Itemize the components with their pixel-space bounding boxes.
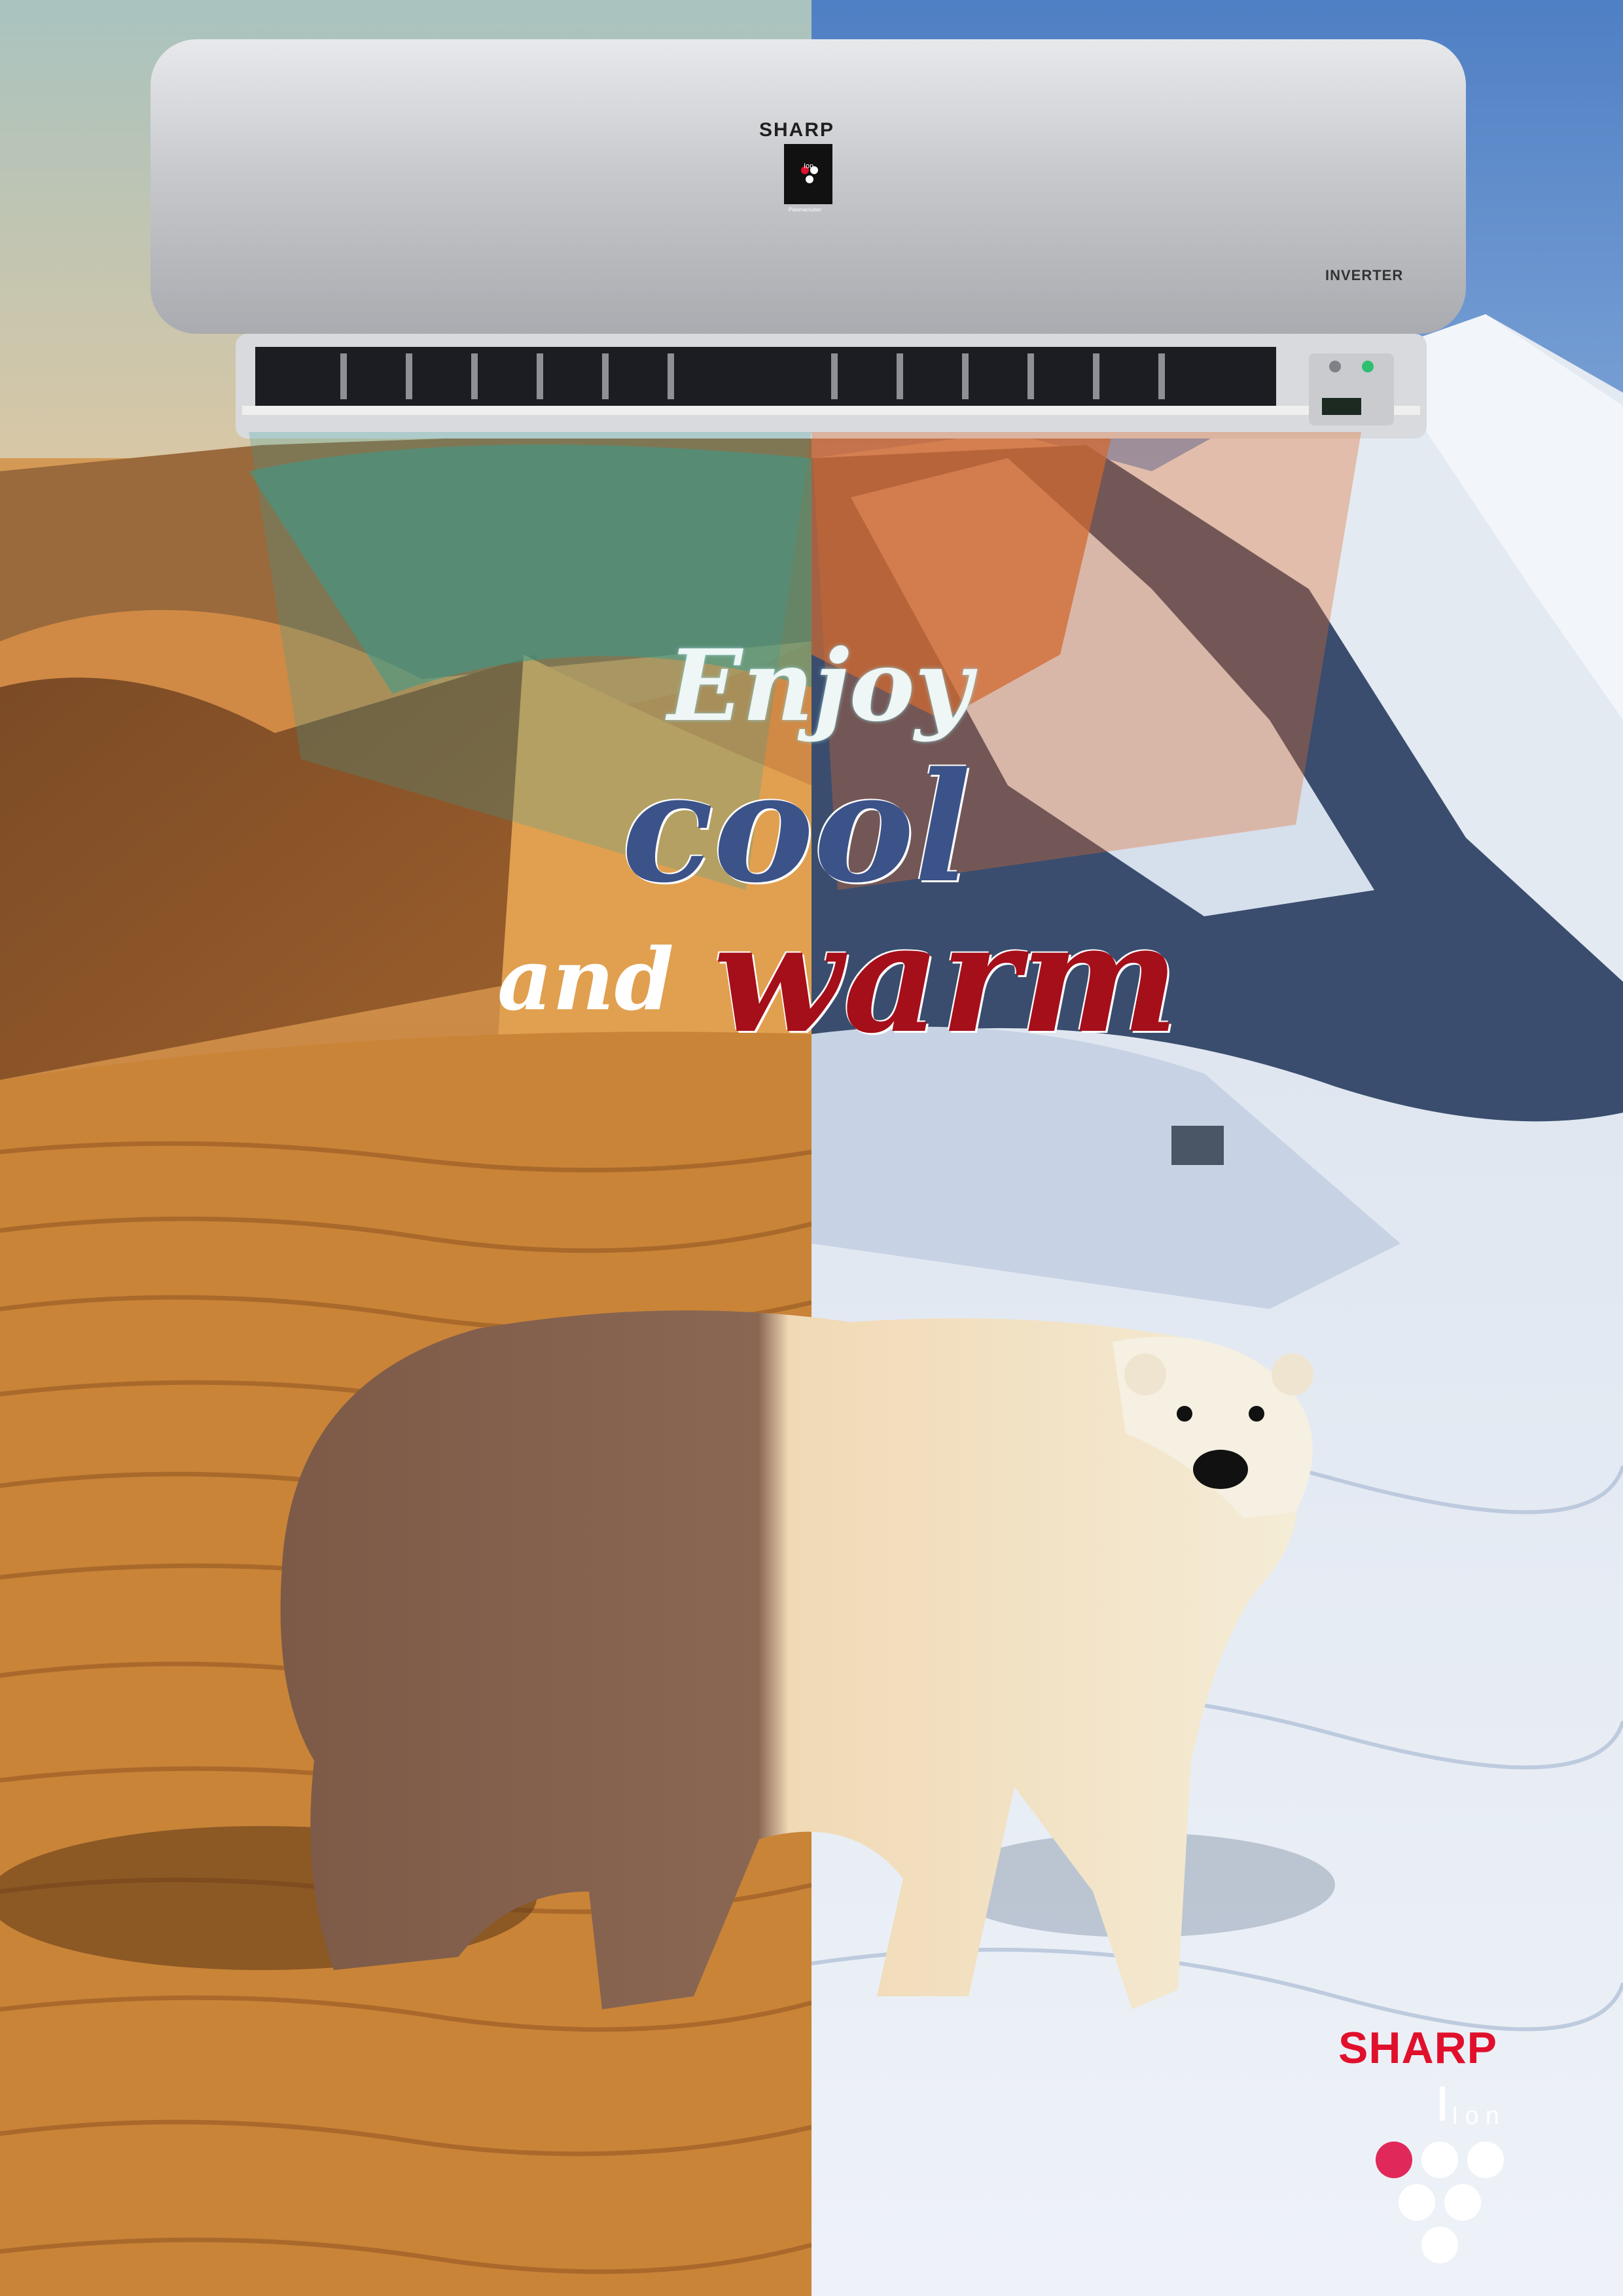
air-conditioner-icon (151, 39, 1466, 439)
brand-logo: SHARP (1338, 2023, 1498, 2073)
ac-model-label: INVERTER (1325, 267, 1404, 283)
ac-brand-label: SHARP (759, 119, 835, 141)
airflow-overlay (249, 432, 1361, 890)
polar-bear-icon (280, 1310, 1313, 2009)
ac-badge-caption: Plasmacluster (789, 207, 822, 213)
ac-badge-text: Ion (804, 162, 814, 170)
ion-label: Ion (1452, 2102, 1506, 2130)
